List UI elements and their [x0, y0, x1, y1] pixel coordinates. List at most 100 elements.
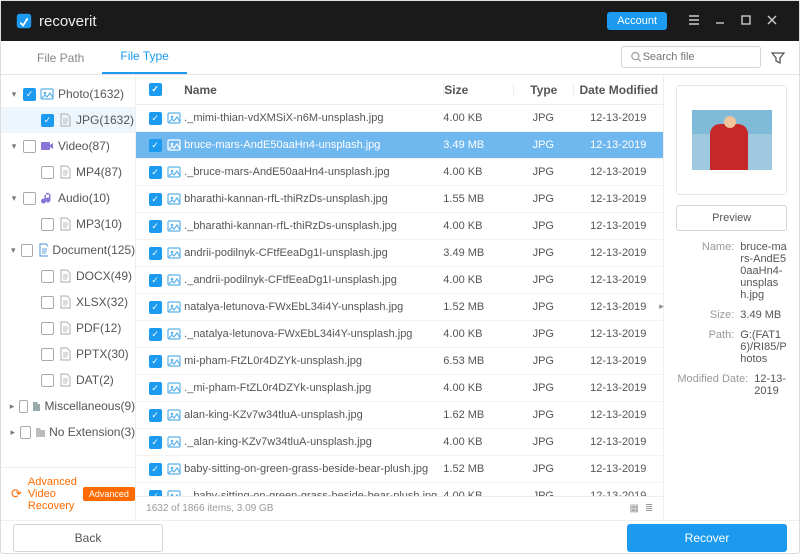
file-icon: [58, 347, 72, 361]
back-button[interactable]: Back: [13, 524, 163, 552]
file-row[interactable]: ✓ ._andrii-podilnyk-CFtfEeaDg1I-unsplash…: [136, 267, 663, 294]
search-box[interactable]: [621, 46, 761, 68]
checkbox[interactable]: [23, 140, 36, 153]
gray-icon: [35, 425, 45, 439]
file-row[interactable]: ✓ ._mi-pham-FtZL0r4DZYk-unsplash.jpg 4.0…: [136, 375, 663, 402]
chevron-right-icon[interactable]: ▸: [9, 427, 16, 438]
file-row[interactable]: ✓ andrii-podilnyk-CFtfEeaDg1I-unsplash.j…: [136, 240, 663, 267]
col-type[interactable]: Type: [513, 83, 573, 97]
image-icon: [167, 246, 181, 260]
col-date[interactable]: Date Modified: [573, 83, 663, 97]
maximize-icon[interactable]: [733, 13, 759, 29]
row-checkbox[interactable]: ✓: [149, 355, 162, 368]
row-checkbox[interactable]: ✓: [149, 463, 162, 476]
chevron-down-icon[interactable]: ▾: [9, 141, 19, 152]
row-checkbox[interactable]: ✓: [149, 382, 162, 395]
image-icon: [167, 192, 181, 206]
row-checkbox[interactable]: ✓: [149, 247, 162, 260]
file-icon: [58, 113, 72, 127]
filter-icon[interactable]: [771, 51, 785, 68]
checkbox[interactable]: [41, 374, 54, 387]
list-view-icon[interactable]: ≣: [645, 503, 653, 514]
tree-label: Audio(10): [58, 191, 110, 205]
tree-child[interactable]: PPTX(30): [1, 341, 135, 367]
tree-child[interactable]: MP4(87): [1, 159, 135, 185]
tree-child[interactable]: PDF(12): [1, 315, 135, 341]
grid-view-icon[interactable]: ▦: [629, 503, 638, 514]
chevron-down-icon[interactable]: ▾: [9, 89, 19, 100]
meta-size: 3.49 MB: [740, 309, 787, 321]
image-icon: [167, 462, 181, 476]
menu-icon[interactable]: [681, 13, 707, 29]
tab-file-path[interactable]: File Path: [19, 42, 102, 74]
advanced-video-recovery[interactable]: ⟳ Advanced Video Recovery Advanced: [1, 467, 135, 520]
select-all-checkbox[interactable]: ✓: [149, 83, 162, 96]
file-name: ._andrii-podilnyk-CFtfEeaDg1I-unsplash.j…: [184, 274, 443, 286]
tab-file-type[interactable]: File Type: [102, 40, 186, 74]
checkbox[interactable]: [20, 426, 30, 439]
file-row[interactable]: ✓ bruce-mars-AndE50aaHn4-unsplash.jpg 3.…: [136, 132, 663, 159]
close-icon[interactable]: [759, 13, 785, 29]
row-checkbox[interactable]: ✓: [149, 409, 162, 422]
search-input[interactable]: [643, 51, 752, 63]
file-row[interactable]: ✓ ._baby-sitting-on-green-grass-beside-b…: [136, 483, 663, 496]
file-row[interactable]: ✓ ._natalya-letunova-FWxEbL34i4Y-unsplas…: [136, 321, 663, 348]
row-checkbox[interactable]: ✓: [149, 274, 162, 287]
col-name[interactable]: Name: [184, 83, 443, 97]
checkbox[interactable]: [41, 218, 54, 231]
tree-item[interactable]: ▾ Video(87): [1, 133, 135, 159]
file-type: JPG: [513, 409, 573, 421]
sidebar: ▾ ✓ Photo(1632) ✓ JPG(1632)▾ Video(87) M…: [1, 75, 136, 520]
checkbox[interactable]: [41, 322, 54, 335]
checkbox[interactable]: [41, 348, 54, 361]
file-row[interactable]: ✓ ._alan-king-KZv7w34tluA-unsplash.jpg 4…: [136, 429, 663, 456]
checkbox[interactable]: [23, 192, 36, 205]
checkbox[interactable]: ✓: [23, 88, 36, 101]
checkbox[interactable]: [19, 400, 28, 413]
row-checkbox[interactable]: ✓: [149, 301, 162, 314]
checkbox[interactable]: ✓: [41, 114, 54, 127]
recover-button[interactable]: Recover: [627, 524, 787, 552]
tree-item[interactable]: ▾ ✓ Photo(1632): [1, 81, 135, 107]
file-row[interactable]: ✓ ._bruce-mars-AndE50aaHn4-unsplash.jpg …: [136, 159, 663, 186]
file-row[interactable]: ✓ alan-king-KZv7w34tluA-unsplash.jpg 1.6…: [136, 402, 663, 429]
tree-child[interactable]: DOCX(49): [1, 263, 135, 289]
tree-child[interactable]: ✓ JPG(1632): [1, 107, 135, 133]
checkbox[interactable]: [21, 244, 32, 257]
file-row[interactable]: ✓ bharathi-kannan-rfL-thiRzDs-unsplash.j…: [136, 186, 663, 213]
file-row[interactable]: ✓ natalya-letunova-FWxEbL34i4Y-unsplash.…: [136, 294, 663, 321]
file-type: JPG: [513, 355, 573, 367]
checkbox[interactable]: [41, 270, 54, 283]
file-list[interactable]: ✓ ._mimi-thian-vdXMSiX-n6M-unsplash.jpg …: [136, 105, 663, 496]
row-checkbox[interactable]: ✓: [149, 328, 162, 341]
row-checkbox[interactable]: ✓: [149, 220, 162, 233]
row-checkbox[interactable]: ✓: [149, 112, 162, 125]
expand-handle-icon[interactable]: [659, 298, 667, 318]
row-checkbox[interactable]: ✓: [149, 166, 162, 179]
file-row[interactable]: ✓ ._mimi-thian-vdXMSiX-n6M-unsplash.jpg …: [136, 105, 663, 132]
title-bar: recoverit Account: [1, 1, 799, 41]
file-row[interactable]: ✓ mi-pham-FtZL0r4DZYk-unsplash.jpg 6.53 …: [136, 348, 663, 375]
col-size[interactable]: Size: [443, 83, 513, 97]
tree-child[interactable]: DAT(2): [1, 367, 135, 393]
file-row[interactable]: ✓ ._bharathi-kannan-rfL-thiRzDs-unsplash…: [136, 213, 663, 240]
preview-button[interactable]: Preview: [676, 205, 787, 231]
row-checkbox[interactable]: ✓: [149, 139, 162, 152]
image-icon: [167, 435, 181, 449]
chevron-right-icon[interactable]: ▸: [9, 401, 15, 412]
file-row[interactable]: ✓ baby-sitting-on-green-grass-beside-bea…: [136, 456, 663, 483]
row-checkbox[interactable]: ✓: [149, 193, 162, 206]
tree-item[interactable]: ▸ Miscellaneous(9): [1, 393, 135, 419]
tree-child[interactable]: XLSX(32): [1, 289, 135, 315]
tree-item[interactable]: ▸ No Extension(3): [1, 419, 135, 445]
row-checkbox[interactable]: ✓: [149, 436, 162, 449]
minimize-icon[interactable]: [707, 13, 733, 29]
tree-child[interactable]: MP3(10): [1, 211, 135, 237]
tree-item[interactable]: ▾ Document(125): [1, 237, 135, 263]
checkbox[interactable]: [41, 296, 54, 309]
chevron-down-icon[interactable]: ▾: [9, 193, 19, 204]
tree-item[interactable]: ▾ Audio(10): [1, 185, 135, 211]
chevron-down-icon[interactable]: ▾: [9, 245, 17, 256]
checkbox[interactable]: [41, 166, 54, 179]
account-button[interactable]: Account: [607, 12, 667, 30]
